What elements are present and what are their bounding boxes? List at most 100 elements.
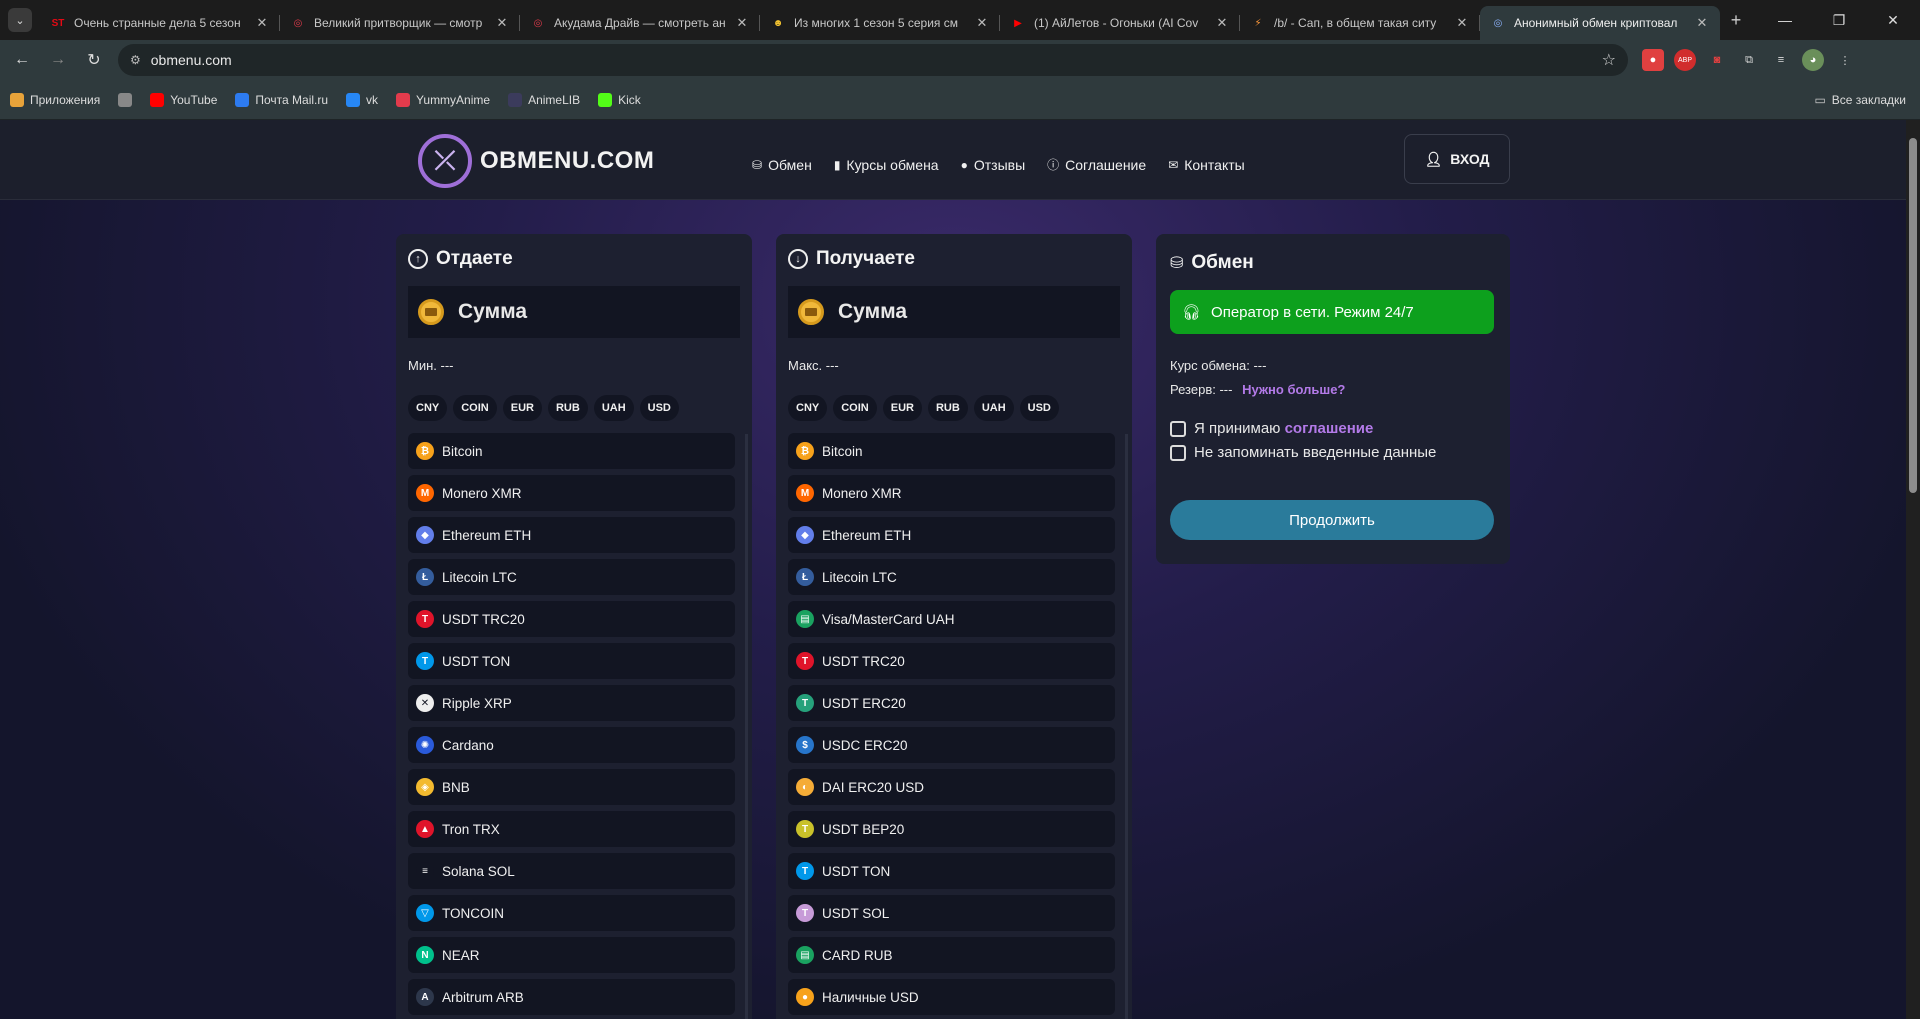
currency-option[interactable]: T USDT TON — [788, 853, 1115, 889]
currency-filter-chip[interactable]: UAH — [593, 395, 634, 421]
continue-button[interactable]: Продолжить — [1170, 500, 1494, 540]
currency-filter-chip[interactable]: UAH — [973, 395, 1014, 421]
tab-close-icon[interactable]: ✕ — [1454, 15, 1470, 31]
currency-option[interactable]: N NEAR — [408, 937, 735, 973]
browser-tab[interactable]: ◎ Великий притворщик — смотр ✕ — [280, 6, 520, 40]
url-text[interactable]: obmenu.com — [151, 52, 1592, 68]
currency-option[interactable]: ▽ TONCOIN — [408, 895, 735, 931]
currency-filter-chip[interactable]: USD — [639, 395, 679, 421]
currency-option[interactable]: ▤ CARD RUB — [788, 937, 1115, 973]
bookmark-item[interactable]: vk — [346, 92, 378, 107]
checkbox-box[interactable] — [1170, 420, 1186, 437]
currency-filter-chip[interactable]: EUR — [502, 395, 542, 421]
restore-button[interactable]: ❐ — [1812, 12, 1866, 29]
forward-button[interactable]: → — [40, 51, 76, 69]
close-window-button[interactable]: ✕ — [1866, 12, 1920, 29]
currency-option[interactable]: ● Наличные USD — [788, 979, 1115, 1015]
menu-kebab-icon[interactable]: ⋮ — [1834, 49, 1856, 71]
currency-option[interactable]: M Monero XMR — [408, 475, 735, 511]
tab-close-icon[interactable]: ✕ — [494, 15, 510, 31]
bookmark-item[interactable]: AnimeLIB — [508, 92, 580, 107]
currency-option[interactable]: ✺ Cardano — [408, 727, 735, 763]
currency-option[interactable]: T USDT BEP20 — [788, 811, 1115, 847]
browser-tab[interactable]: ST Очень странные дела 5 сезон ✕ — [40, 6, 280, 40]
accept-agreement-checkbox[interactable]: Я принимаю соглашение — [1170, 420, 1373, 437]
currency-filter-chip[interactable]: EUR — [882, 395, 922, 421]
nav-item[interactable]: ✉ Контакты — [1168, 156, 1245, 173]
currency-option[interactable]: ◆ Ethereum ETH — [408, 517, 735, 553]
browser-tab[interactable]: ⚡ /b/ - Сап, в общем такая ситу ✕ — [1240, 6, 1480, 40]
site-logo[interactable]: ⤫ OBMENU.COM — [418, 134, 654, 188]
currency-option[interactable]: ₿ Bitcoin — [408, 433, 735, 469]
currency-option[interactable]: T USDT ERC20 — [788, 685, 1115, 721]
currency-filter-chip[interactable]: RUB — [927, 395, 968, 421]
currency-option[interactable]: A Arbitrum ARB — [408, 979, 735, 1015]
tab-close-icon[interactable]: ✕ — [734, 15, 750, 31]
new-tab-button[interactable]: + — [1720, 10, 1752, 31]
currency-filter-chip[interactable]: CNY — [788, 395, 828, 421]
browser-tab[interactable]: ◎ Акудама Драйв — смотреть ан ✕ — [520, 6, 760, 40]
all-bookmarks[interactable]: ▭ Все закладки — [1814, 93, 1906, 107]
login-button[interactable]: 👤︎ ВХОД — [1404, 134, 1510, 184]
currency-option[interactable]: $ USDC ERC20 — [788, 727, 1115, 763]
bookmark-item[interactable] — [118, 92, 133, 107]
tab-close-icon[interactable]: ✕ — [1214, 15, 1230, 31]
currency-option[interactable]: T USDT TRC20 — [408, 601, 735, 637]
currency-option[interactable]: T USDT TRC20 — [788, 643, 1115, 679]
extension-camera-icon[interactable]: ◙ — [1706, 49, 1728, 71]
give-list-scrollbar[interactable] — [745, 434, 748, 1019]
reload-button[interactable]: ↻ — [76, 50, 112, 70]
currency-option[interactable]: ▤ Visa/MasterCard UAH — [788, 601, 1115, 637]
extensions-puzzle-icon[interactable]: ⧉ — [1738, 49, 1760, 71]
currency-option[interactable]: M Monero XMR — [788, 475, 1115, 511]
page-scrollbar[interactable] — [1906, 120, 1920, 1019]
page-scrollbar-thumb[interactable] — [1909, 138, 1917, 493]
extension-red-icon[interactable]: ● — [1642, 49, 1664, 71]
back-button[interactable]: ← — [4, 51, 40, 69]
tab-search-button[interactable]: ⌄ — [8, 8, 32, 32]
nav-item[interactable]: ⓘ Соглашение — [1047, 156, 1146, 173]
currency-option[interactable]: ◐ DAI ERC20 USD — [788, 769, 1115, 805]
nav-item[interactable]: ● Отзывы — [961, 156, 1026, 173]
bookmark-item[interactable]: Kick — [598, 92, 641, 107]
tab-close-icon[interactable]: ✕ — [974, 15, 990, 31]
site-info-icon[interactable]: ⚙ — [130, 53, 141, 67]
minimize-button[interactable]: — — [1758, 12, 1812, 29]
profile-avatar[interactable]: ◕ — [1802, 49, 1824, 71]
currency-filter-chip[interactable]: USD — [1019, 395, 1059, 421]
currency-option[interactable]: ✕ Ripple XRP — [408, 685, 735, 721]
give-amount-input[interactable]: Сумма — [408, 286, 740, 338]
currency-option[interactable]: ◈ BNB — [408, 769, 735, 805]
currency-option[interactable]: T USDT SOL — [788, 895, 1115, 931]
browser-tab[interactable]: ☻ Из многих 1 сезон 5 серия см ✕ — [760, 6, 1000, 40]
agreement-link[interactable]: соглашение — [1285, 420, 1374, 437]
currency-filter-chip[interactable]: COIN — [833, 395, 877, 421]
currency-filter-chip[interactable]: RUB — [547, 395, 588, 421]
adblock-icon[interactable]: ABP — [1674, 49, 1696, 71]
currency-option[interactable]: Ł Litecoin LTC — [788, 559, 1115, 595]
currency-option[interactable]: ≡ Solana SOL — [408, 853, 735, 889]
bookmark-item[interactable]: Приложения — [10, 92, 100, 107]
nav-item[interactable]: ▮ Курсы обмена — [834, 156, 939, 173]
tab-close-icon[interactable]: ✕ — [1694, 15, 1710, 31]
nav-item[interactable]: ⛁ Обмен — [752, 156, 812, 173]
need-more-link[interactable]: Нужно больше? — [1242, 382, 1345, 397]
browser-tab[interactable]: ◎ Анонимный обмен криптовал ✕ — [1480, 6, 1720, 40]
bookmark-star-icon[interactable]: ☆ — [1602, 50, 1616, 70]
currency-option[interactable]: ₿ Bitcoin — [788, 433, 1115, 469]
currency-option[interactable]: T USDT TON — [408, 643, 735, 679]
browser-tab[interactable]: ▶ (1) АйЛетов - Огоньки (AI Cov ✕ — [1000, 6, 1240, 40]
currency-option[interactable]: ◆ Ethereum ETH — [788, 517, 1115, 553]
currency-filter-chip[interactable]: CNY — [408, 395, 448, 421]
bookmark-item[interactable]: Почта Mail.ru — [235, 92, 328, 107]
checkbox-box[interactable] — [1170, 444, 1186, 461]
no-remember-checkbox[interactable]: Не запоминать введенные данные — [1170, 444, 1436, 461]
currency-option[interactable]: ▲ Tron TRX — [408, 811, 735, 847]
currency-option[interactable]: Ł Litecoin LTC — [408, 559, 735, 595]
address-bar[interactable]: ⚙ obmenu.com ☆ — [118, 44, 1628, 76]
get-list-scrollbar[interactable] — [1125, 434, 1128, 1019]
bookmark-item[interactable]: YummyAnime — [396, 92, 490, 107]
get-amount-input[interactable]: Сумма — [788, 286, 1120, 338]
bookmark-item[interactable]: YouTube — [150, 92, 217, 107]
media-controls-icon[interactable]: ≡ — [1770, 49, 1792, 71]
